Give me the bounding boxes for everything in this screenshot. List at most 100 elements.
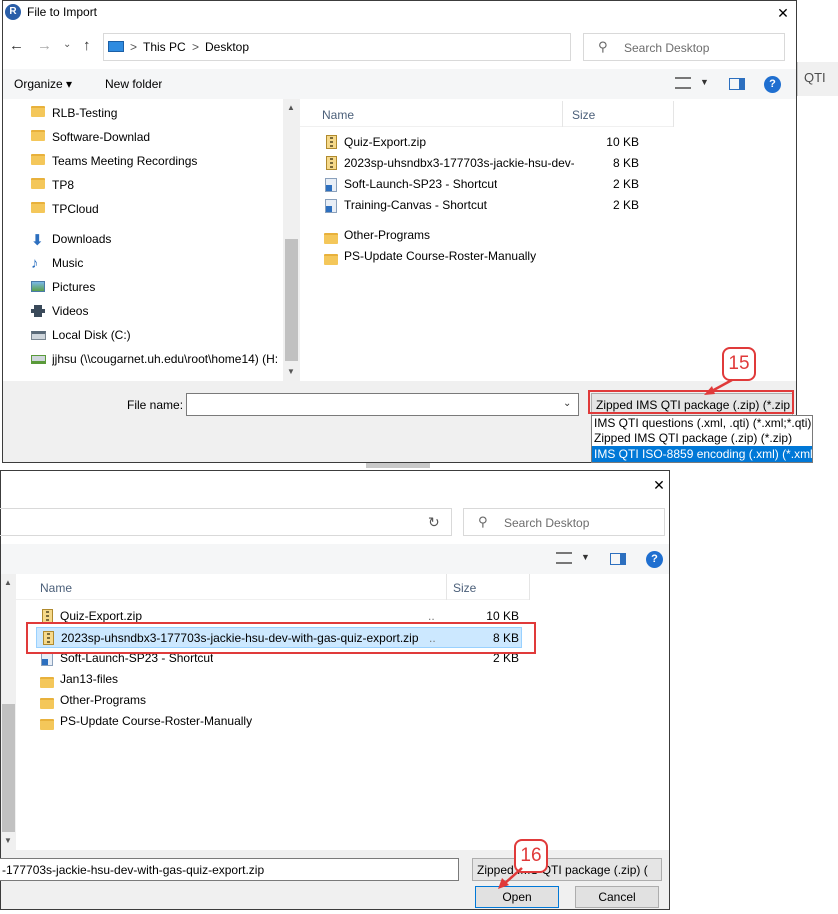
annotation-arrow-16: [498, 867, 523, 889]
step-badge-15: 15: [722, 347, 756, 381]
column-header-name[interactable]: Name: [40, 581, 72, 595]
file-row[interactable]: Other-Programs: [324, 225, 644, 246]
folder-icon: [31, 154, 45, 165]
column-header-name[interactable]: Name: [322, 108, 354, 122]
address-bar[interactable]: ↻: [0, 508, 452, 536]
shortcut-icon: [325, 199, 337, 213]
dialog-title: File to Import: [27, 5, 98, 19]
column-divider: [673, 101, 674, 127]
search-box[interactable]: ⚲ Search Desktop: [463, 508, 665, 536]
folder-icon: [324, 233, 338, 244]
folder-icon: [31, 106, 45, 117]
refresh-icon[interactable]: ↻: [428, 514, 440, 531]
chevron-down-icon[interactable]: ⌄: [563, 398, 571, 409]
folder-icon: [40, 719, 54, 730]
file-row[interactable]: 2023sp-uhsndbx3-177703s-jackie-hsu-dev- …: [324, 153, 644, 174]
close-icon[interactable]: ✕: [773, 3, 793, 23]
app-icon: R: [5, 4, 21, 20]
cancel-button[interactable]: Cancel: [575, 886, 659, 908]
network-drive-icon: [31, 355, 46, 364]
file-row[interactable]: Jan13-files: [40, 669, 526, 690]
file-name-label: File name:: [127, 398, 184, 412]
scroll-down-icon[interactable]: ▼: [287, 367, 295, 376]
navigation-pane: RLB-Testing Software-Downlad Teams Meeti…: [3, 99, 300, 381]
view-chevron-icon[interactable]: ▼: [700, 77, 709, 87]
organize-button[interactable]: Organize ▾: [14, 77, 72, 91]
folder-icon: [31, 130, 45, 141]
close-icon[interactable]: ✕: [649, 475, 669, 495]
zip-file-icon: [42, 609, 53, 623]
navigation-scrollbar[interactable]: ▲ ▼: [1, 574, 16, 850]
view-chevron-icon[interactable]: ▼: [581, 552, 590, 562]
file-type-option[interactable]: IMS QTI questions (.xml, .qti) (*.xml;*.…: [592, 416, 812, 431]
file-type-option-highlighted[interactable]: IMS QTI ISO-8859 encoding (.xml) (*.xml): [592, 446, 812, 462]
scroll-thumb[interactable]: [285, 239, 298, 361]
file-type-dropdown-list: IMS QTI questions (.xml, .qti) (*.xml;*.…: [591, 415, 813, 463]
column-divider: [529, 574, 530, 600]
annotation-highlight-15: [588, 390, 794, 414]
back-arrow-icon[interactable]: ←: [9, 37, 24, 54]
file-row[interactable]: PS-Update Course-Roster-Manually: [40, 711, 526, 732]
view-options-icon[interactable]: [675, 77, 691, 89]
file-row[interactable]: Quiz-Export.zip 10 KB: [324, 132, 644, 153]
forward-arrow-icon[interactable]: →: [37, 37, 52, 54]
zip-file-icon: [326, 156, 337, 170]
background-window: QTI: [797, 62, 838, 96]
help-icon[interactable]: ?: [764, 76, 781, 93]
navigation-scrollbar[interactable]: ▲ ▼: [283, 99, 300, 381]
footer: -177703s-jackie-hsu-dev-with-gas-quiz-ex…: [0, 850, 669, 909]
background-window-label: QTI: [804, 70, 826, 85]
breadcrumb-this-pc[interactable]: This PC: [143, 40, 186, 54]
file-name-input[interactable]: ⌄: [186, 393, 579, 416]
file-row[interactable]: Soft-Launch-SP23 - Shortcut 2 KB: [324, 174, 644, 195]
file-name-input[interactable]: -177703s-jackie-hsu-dev-with-gas-quiz-ex…: [0, 858, 459, 881]
disk-icon: [31, 331, 46, 340]
up-arrow-icon[interactable]: ↑: [83, 37, 91, 54]
file-list: Name Size Quiz-Export.zip 10 KB 2023sp-u…: [300, 99, 796, 381]
file-dialog-selected: ✕ ↻ ⚲ Search Desktop ▼ ? ▲ ▼ Name Size Q…: [0, 470, 670, 910]
pictures-icon: [31, 281, 45, 292]
help-icon[interactable]: ?: [646, 551, 663, 568]
search-icon: ⚲: [478, 514, 488, 529]
new-folder-button[interactable]: New folder: [105, 77, 162, 91]
folder-icon: [31, 202, 45, 213]
view-options-icon[interactable]: [556, 552, 572, 564]
column-divider: [562, 101, 563, 127]
column-header-size[interactable]: Size: [572, 108, 595, 122]
shortcut-icon: [41, 652, 53, 666]
annotation-highlight-16: [26, 622, 536, 654]
title-bar: R File to Import ✕: [3, 1, 796, 27]
address-bar[interactable]: > This PC > Desktop: [103, 33, 571, 61]
preview-pane-icon[interactable]: [729, 78, 745, 90]
scroll-up-icon[interactable]: ▲: [287, 103, 295, 112]
file-row[interactable]: Other-Programs: [40, 690, 526, 711]
music-icon: ♪: [31, 255, 39, 272]
scroll-thumb[interactable]: [2, 704, 15, 832]
column-divider: [446, 574, 447, 600]
search-input[interactable]: Search Desktop: [624, 41, 709, 55]
annotation-arrow-15: [704, 378, 733, 395]
preview-pane-icon[interactable]: [610, 553, 626, 565]
breadcrumb-desktop[interactable]: Desktop: [205, 40, 249, 54]
download-icon: ⬇: [31, 232, 44, 249]
folder-icon: [40, 677, 54, 688]
zip-file-icon: [326, 135, 337, 149]
search-input[interactable]: Search Desktop: [504, 516, 589, 530]
scroll-down-icon[interactable]: ▼: [4, 836, 12, 845]
folder-icon: [31, 178, 45, 189]
file-row[interactable]: PS-Update Course-Roster-Manually: [324, 246, 644, 267]
scroll-up-icon[interactable]: ▲: [4, 578, 12, 587]
nav-item-network-drive[interactable]: jjhsu (\\cougarnet.uh.edu\root\home14) (…: [31, 347, 293, 371]
recent-locations-chevron-icon[interactable]: ⌄: [63, 39, 71, 50]
breadcrumb-separator-icon: >: [130, 40, 138, 54]
file-list: Name Size Quiz-Export.zip .. 10 KB 2023s…: [16, 574, 669, 850]
folder-icon: [324, 254, 338, 265]
breadcrumb-separator-icon: >: [192, 40, 200, 54]
toolbar: ▼ ?: [1, 544, 669, 574]
search-box[interactable]: ⚲ Search Desktop: [583, 33, 785, 61]
toolbar: Organize ▾ New folder ▼ ?: [3, 69, 796, 99]
shortcut-icon: [325, 178, 337, 192]
file-row[interactable]: Training-Canvas - Shortcut 2 KB: [324, 195, 644, 216]
file-type-option[interactable]: Zipped IMS QTI package (.zip) (*.zip): [592, 431, 812, 446]
column-header-size[interactable]: Size: [453, 581, 476, 595]
